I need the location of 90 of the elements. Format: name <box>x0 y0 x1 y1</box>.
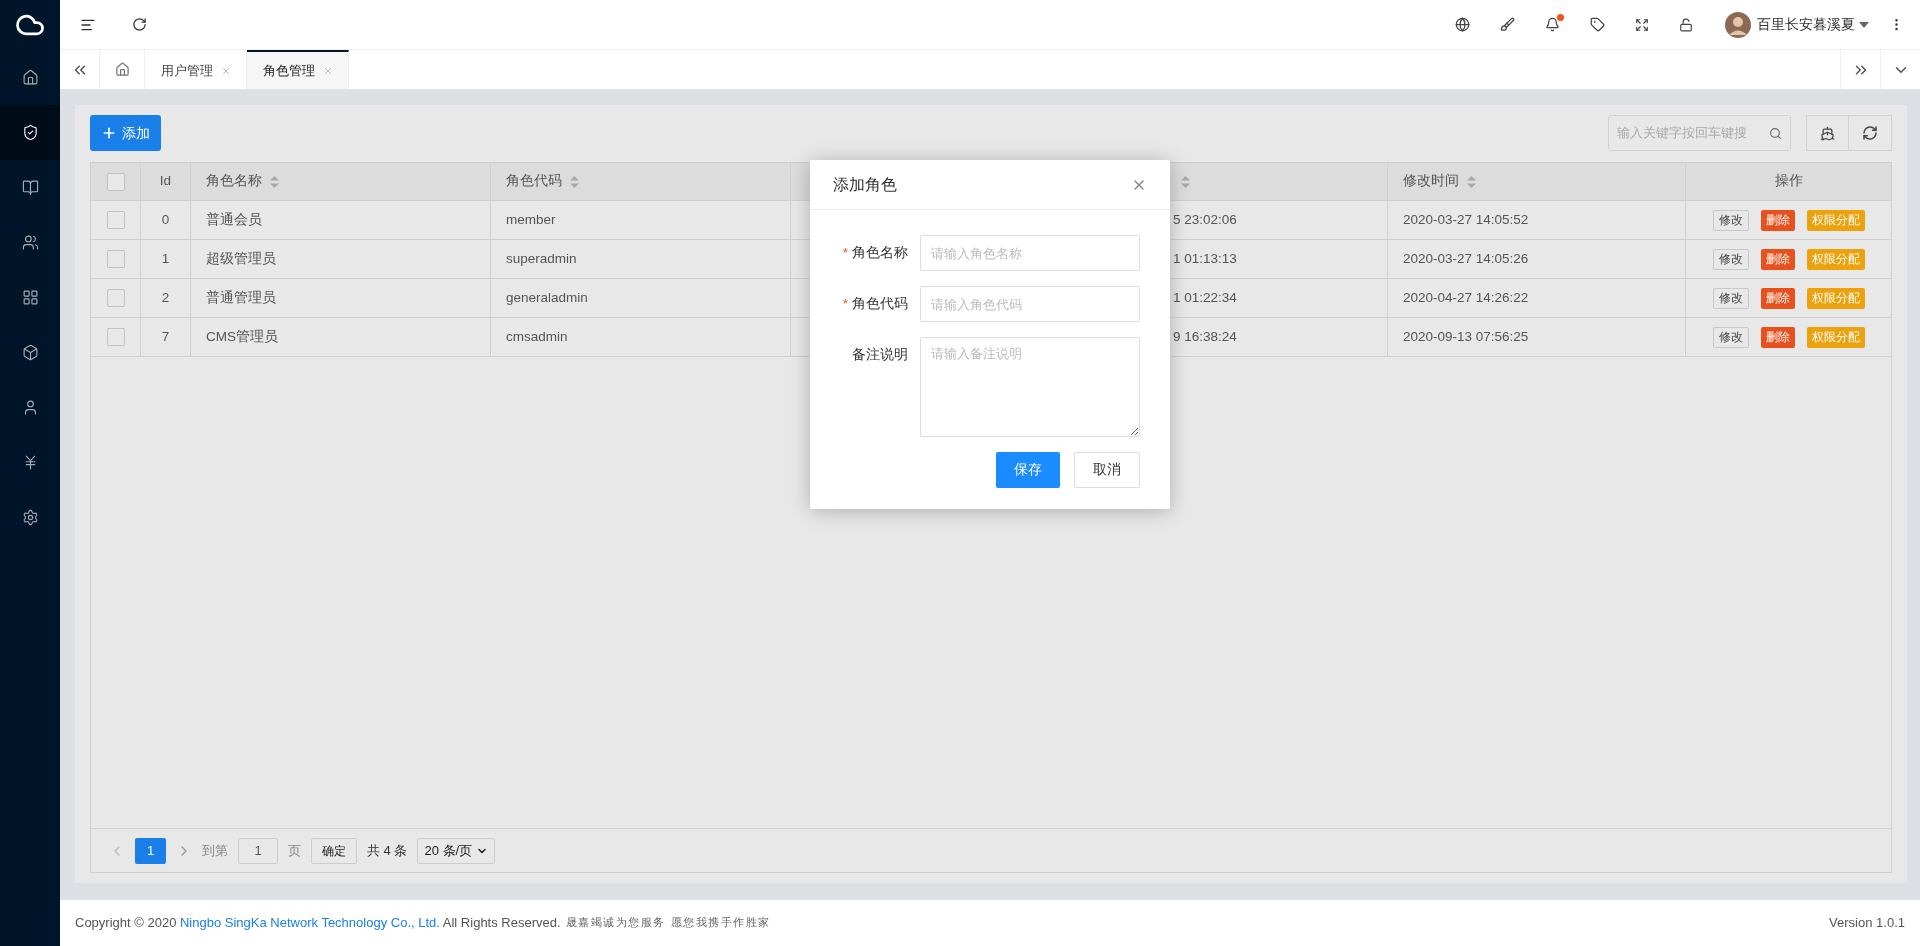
tag-icon[interactable] <box>1590 17 1605 32</box>
page-button[interactable]: 1 <box>135 837 166 864</box>
shield-icon <box>21 124 39 141</box>
column-header: 角色名称 <box>206 172 262 191</box>
input-field[interactable]: 请输入角色名称 <box>920 235 1140 271</box>
table-cell-text: 5 23:02:06 <box>1173 210 1237 229</box>
total-count: 共 4 条 <box>367 841 408 860</box>
required-mark: * <box>842 294 848 313</box>
export-button[interactable] <box>1806 115 1849 151</box>
caret-icon[interactable] <box>1859 21 1869 28</box>
settings-icon <box>21 509 39 526</box>
plus-icon[interactable] <box>101 125 117 141</box>
refresh-icon[interactable] <box>1862 125 1878 141</box>
column-header: 操作 <box>1774 172 1803 191</box>
sort-icon[interactable] <box>1181 175 1190 188</box>
table-cell-text: 1 01:13:13 <box>1173 249 1237 268</box>
sidebar-item[interactable] <box>0 105 60 160</box>
delete-button[interactable]: 删除 <box>1760 248 1795 270</box>
checkbox[interactable] <box>106 250 125 268</box>
version-text: Version 1.0.1 <box>1829 914 1905 933</box>
reload-icon[interactable] <box>132 17 147 32</box>
users-icon <box>21 234 39 251</box>
refresh-button[interactable] <box>1849 115 1892 151</box>
input-field[interactable]: 请输入角色代码 <box>920 286 1140 322</box>
table-cell-text: CMS管理员 <box>206 327 278 346</box>
confirm-button[interactable]: 确定 <box>311 837 357 864</box>
field-label: 角色名称 <box>852 243 908 262</box>
box-icon <box>21 344 39 361</box>
column-header: 修改时间 <box>1403 172 1459 191</box>
edit-button[interactable]: 修改 <box>1712 287 1749 309</box>
table-cell-text: 2 <box>161 288 170 307</box>
table-cell-text: 0 <box>161 210 170 229</box>
table-cell-text: 2020-03-27 14:05:26 <box>1403 249 1529 268</box>
add-button[interactable]: 添加 <box>90 115 161 151</box>
lock-icon[interactable] <box>1679 17 1693 32</box>
checkbox[interactable] <box>106 211 125 229</box>
checkbox[interactable] <box>106 289 125 307</box>
required-mark: * <box>842 243 848 262</box>
table-cell-text: 1 01:22:34 <box>1173 288 1237 307</box>
delete-button[interactable]: 删除 <box>1760 326 1795 348</box>
tab[interactable]: 角色管理 <box>247 50 349 89</box>
table-cell-text: 2020-09-13 07:56:25 <box>1403 327 1529 346</box>
delete-button[interactable]: 删除 <box>1760 209 1795 231</box>
page-size-select[interactable]: 20 条/页 <box>417 837 496 864</box>
column-header: 角色代码 <box>506 172 562 191</box>
table-cell-text: 2020-03-27 14:05:52 <box>1403 210 1529 229</box>
tab-label[interactable]: 用户管理 <box>160 60 213 81</box>
close-icon[interactable] <box>322 65 333 76</box>
remark-field[interactable]: 请输入备注说明 <box>920 337 1140 437</box>
edit-button[interactable]: 修改 <box>1712 209 1749 231</box>
dialog-title: 添加角色 <box>833 174 897 195</box>
slogan-text: 晟嘉竭诚为您服务 愿您我携手作胜家 <box>565 914 771 931</box>
table-cell-text: 超级管理员 <box>206 249 276 268</box>
avatar[interactable] <box>1725 11 1751 38</box>
edit-button[interactable]: 修改 <box>1712 248 1749 270</box>
brush-icon[interactable] <box>1500 17 1515 32</box>
checkbox[interactable] <box>106 172 125 191</box>
home-icon <box>21 69 39 86</box>
table-cell-text: 9 16:38:24 <box>1173 327 1237 346</box>
page-unit: 页 <box>288 841 301 860</box>
search-icon[interactable] <box>1769 127 1782 140</box>
home-icon[interactable] <box>114 62 130 77</box>
field-label: 角色代码 <box>852 294 908 313</box>
checkbox[interactable] <box>106 328 125 346</box>
goto-label: 到第 <box>202 841 228 860</box>
table-cell-text: generaladmin <box>506 288 588 307</box>
ship-icon[interactable] <box>1820 125 1835 141</box>
table-cell-text: member <box>506 210 556 229</box>
table-cell-text: 1 <box>161 249 170 268</box>
table-cell-text: cmsadmin <box>506 327 568 346</box>
grid-icon <box>21 289 39 306</box>
company-link[interactable]: Ningbo SingKa Network Technology Co., Ltd. <box>180 915 440 931</box>
edit-button[interactable]: 修改 <box>1712 326 1749 348</box>
delete-button[interactable]: 删除 <box>1760 287 1795 309</box>
column-header: Id <box>159 172 172 191</box>
tab-label[interactable]: 角色管理 <box>262 60 315 81</box>
table-cell-text: 普通会员 <box>206 210 262 229</box>
table-cell-text: superadmin <box>506 249 577 268</box>
close-icon[interactable] <box>220 65 231 76</box>
table-cell-text: 普通管理员 <box>206 288 276 307</box>
user-name[interactable]: 百里长安暮溪夏 <box>1757 14 1855 35</box>
table-cell-text: 7 <box>161 327 170 346</box>
globe-icon[interactable] <box>1455 17 1470 32</box>
book-icon <box>21 179 39 196</box>
fullscreen-icon[interactable] <box>1635 17 1649 32</box>
notification-icon[interactable] <box>1545 17 1560 32</box>
page-input[interactable]: 1 <box>238 837 278 864</box>
cancel-button[interactable]: 取消 <box>1074 452 1140 488</box>
copyright-text: Copyright © 2020 Ningbo SingKa Network Technology Co., Ltd. All Rights Reserved. <box>75 914 561 933</box>
table-cell-text: 2020-04-27 14:26:22 <box>1403 288 1529 307</box>
